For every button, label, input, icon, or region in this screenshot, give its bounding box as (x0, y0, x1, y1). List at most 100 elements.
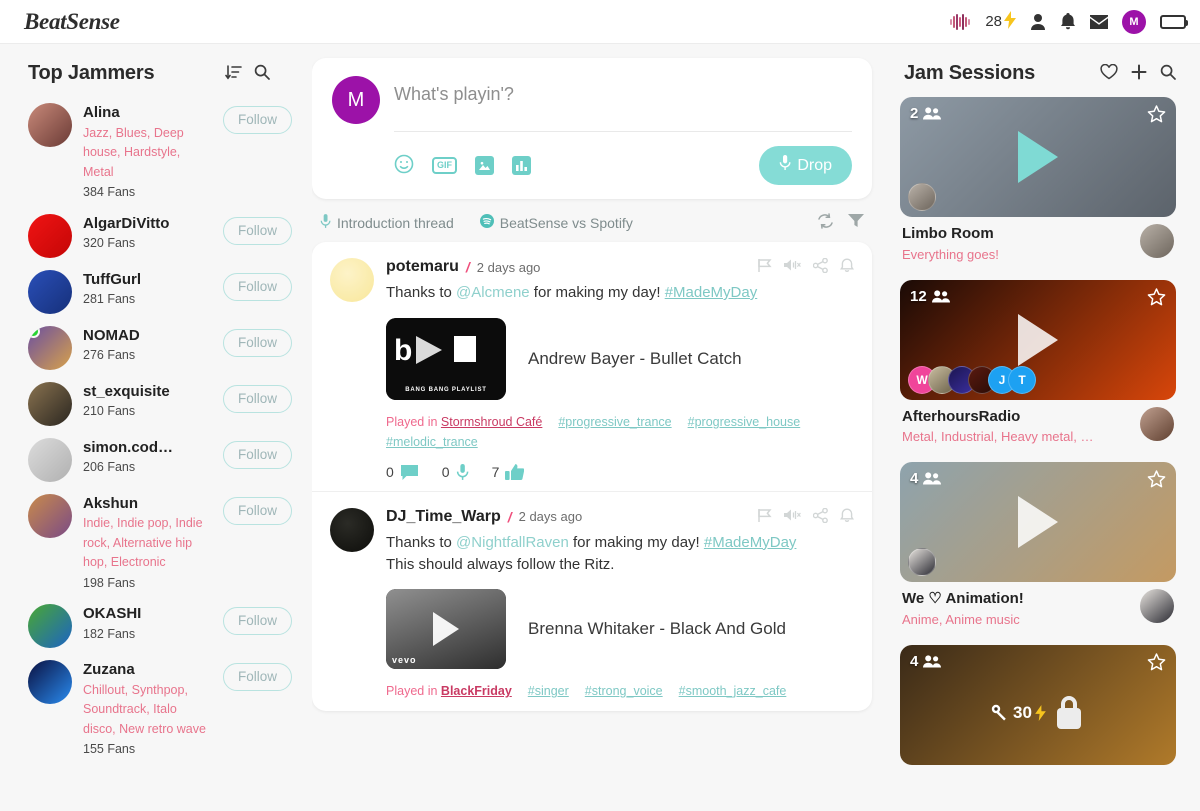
session-preview[interactable]: 4 30 (900, 645, 1176, 766)
jam-session-card[interactable]: 4 30 (900, 645, 1176, 766)
jammer-row[interactable]: TuffGurl 281 Fans Follow (0, 264, 312, 320)
avatar[interactable] (330, 507, 374, 552)
follow-button[interactable]: Follow (222, 328, 292, 357)
like-reaction[interactable]: 7 (492, 463, 525, 481)
session-preview[interactable]: 2 (900, 97, 1176, 217)
plus-icon[interactable] (1131, 64, 1147, 83)
hashtag-link[interactable]: #melodic_trance (386, 432, 478, 452)
session-owner-avatar[interactable] (1140, 406, 1174, 441)
follow-button[interactable]: Follow (222, 216, 292, 245)
avatar[interactable] (28, 604, 72, 649)
hashtag-link[interactable]: #MadeMyDay (704, 534, 797, 551)
hashtag-link[interactable]: #smooth_jazz_cafe (679, 681, 787, 701)
comment-reaction[interactable]: 0 (386, 464, 419, 481)
follow-button[interactable]: Follow (222, 440, 292, 469)
play-button[interactable] (1018, 131, 1058, 183)
favorite-star-icon[interactable] (1147, 105, 1166, 126)
flag-icon[interactable] (757, 508, 772, 526)
jammer-row[interactable]: OKASHI 182 Fans Follow (0, 598, 312, 654)
follow-button[interactable]: Follow (222, 106, 292, 134)
mention-link[interactable]: @Alcmene (456, 284, 530, 301)
heart-icon[interactable] (1100, 63, 1118, 83)
voice-reaction[interactable]: 0 (442, 463, 469, 481)
session-preview[interactable]: 4 (900, 462, 1176, 583)
envelope-icon[interactable] (1090, 14, 1108, 29)
person-icon[interactable] (1030, 13, 1046, 30)
mention-link[interactable]: @NightfallRaven (456, 534, 569, 551)
play-button[interactable] (1018, 496, 1058, 549)
jammer-fans: 276 Fans (83, 348, 136, 363)
share-icon[interactable] (812, 507, 828, 526)
drop-button[interactable]: Drop (759, 146, 852, 185)
post-author[interactable]: potemaru (386, 258, 459, 276)
gif-icon[interactable]: GIF (432, 157, 457, 174)
tab-introduction-thread[interactable]: Introduction thread (320, 213, 454, 232)
poll-icon[interactable] (512, 156, 531, 175)
jammer-row[interactable]: AlgarDiVitto 320 Fans Follow (0, 208, 312, 264)
jammer-row[interactable]: simon.cod… 206 Fans Follow (0, 432, 312, 488)
avatar[interactable] (28, 269, 72, 314)
follow-button[interactable]: Follow (222, 496, 292, 525)
follow-button[interactable]: Follow (222, 272, 292, 301)
played-in-room[interactable]: Stormshroud Café (441, 415, 542, 429)
image-icon[interactable] (475, 156, 494, 175)
session-owner-avatar[interactable] (1140, 224, 1174, 258)
sort-descending-icon[interactable] (225, 64, 242, 83)
jammer-row[interactable]: Akshun Indie, Indie pop, Indie rock, Alte… (0, 488, 312, 599)
avatar[interactable] (28, 493, 72, 538)
hashtag-link[interactable]: #strong_voice (585, 681, 663, 701)
track-thumbnail[interactable]: vevo (386, 589, 506, 670)
jam-session-card[interactable]: 2 Limbo Room Everything goes! (900, 97, 1176, 264)
composer-input[interactable] (394, 84, 852, 132)
session-preview[interactable]: 12 W J T (900, 279, 1176, 400)
hashtag-link[interactable]: #singer (528, 681, 569, 701)
bell-icon[interactable] (840, 508, 854, 526)
jammer-fans: 182 Fans (83, 627, 136, 641)
emoji-icon[interactable] (394, 154, 414, 177)
waveform-icon[interactable] (949, 13, 971, 30)
app-logo[interactable]: BeatSense (24, 9, 120, 35)
avatar[interactable] (28, 325, 72, 370)
played-in-room[interactable]: BlackFriday (441, 684, 512, 698)
track-thumbnail[interactable]: b BANG BANG PLAYLIST (386, 317, 506, 400)
mute-icon[interactable] (784, 508, 801, 526)
user-avatar[interactable]: M (1122, 9, 1146, 34)
refresh-icon[interactable] (817, 213, 834, 232)
avatar[interactable] (28, 381, 72, 426)
filter-icon[interactable] (848, 213, 864, 232)
jammer-row[interactable]: NOMAD 276 Fans Follow (0, 320, 312, 376)
jammer-row[interactable]: st_exquisite 210 Fans Follow (0, 376, 312, 432)
play-button[interactable] (1018, 313, 1058, 366)
mute-icon[interactable] (784, 258, 801, 276)
search-icon[interactable] (254, 64, 270, 83)
bell-icon[interactable] (840, 258, 854, 276)
avatar[interactable] (28, 103, 72, 147)
search-icon[interactable] (1160, 64, 1176, 83)
hashtag-link[interactable]: #MadeMyDay (665, 284, 758, 301)
follow-button[interactable]: Follow (222, 607, 292, 636)
feed-card: potemaru / 2 days ago Thanks to @Alcmene fo… (312, 242, 872, 712)
post-media[interactable]: b BANG BANG PLAYLIST Andrew Bayer - Bullet… (386, 317, 854, 400)
jammer-row[interactable]: Alina Jazz, Blues, Deep house, Hardstyle,… (0, 97, 312, 208)
bell-icon[interactable] (1060, 12, 1076, 31)
jammer-row[interactable]: Zuzana Chillout, Synthpop, Soundtrack, It… (0, 654, 312, 765)
flag-icon[interactable] (757, 258, 772, 276)
avatar[interactable] (28, 437, 72, 482)
favorite-star-icon[interactable] (1147, 653, 1166, 674)
avatar[interactable] (330, 258, 374, 302)
favorite-star-icon[interactable] (1147, 470, 1166, 491)
hashtag-link[interactable]: #progressive_house (688, 412, 801, 432)
jam-session-card[interactable]: 12 W J T AfterhoursRadio Metal, Industrial, H… (900, 279, 1176, 447)
follow-button[interactable]: Follow (222, 663, 292, 692)
hashtag-link[interactable]: #progressive_trance (558, 412, 671, 432)
tab-beatsense-vs-spotify[interactable]: BeatSense vs Spotify (479, 214, 633, 231)
favorite-star-icon[interactable] (1147, 287, 1166, 309)
share-icon[interactable] (812, 257, 828, 276)
follow-button[interactable]: Follow (222, 384, 292, 413)
session-owner-avatar[interactable] (1140, 589, 1174, 624)
jam-session-card[interactable]: 4 We ♡ Animation! Anime, Anime music (900, 462, 1176, 629)
avatar[interactable] (28, 660, 72, 705)
avatar[interactable] (28, 213, 72, 258)
post-author[interactable]: DJ_Time_Warp (386, 508, 501, 526)
post-media[interactable]: vevo Brenna Whitaker - Black And Gold (386, 589, 854, 670)
